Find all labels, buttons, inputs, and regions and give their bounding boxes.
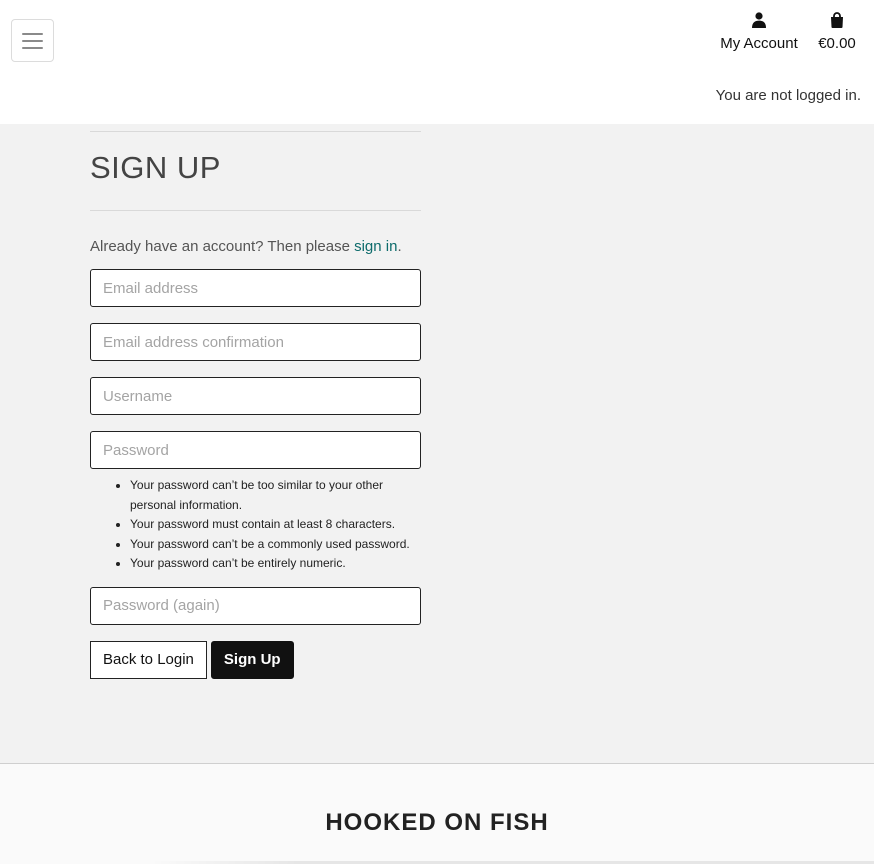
password-field[interactable] xyxy=(90,431,421,469)
signin-prompt-text: Already have an account? Then please xyxy=(90,238,355,255)
email-field[interactable] xyxy=(90,269,421,307)
divider xyxy=(90,210,421,211)
footer-brand: HOOKED ON FISH xyxy=(325,809,549,836)
password-help-list: Your password can’t be too similar to yo… xyxy=(90,476,430,574)
user-icon xyxy=(752,12,766,28)
password-help-item: Your password can’t be too similar to yo… xyxy=(130,476,430,515)
back-to-login-button[interactable]: Back to Login xyxy=(90,640,207,679)
bag-total: €0.00 xyxy=(818,35,856,52)
site-header: My Account €0.00 You are not logged in. xyxy=(0,0,874,124)
my-account-label: My Account xyxy=(720,35,798,52)
sign-up-button[interactable]: Sign Up xyxy=(210,640,294,679)
main-content: SIGN UP Already have an account? Then pl… xyxy=(0,124,874,763)
username-field[interactable] xyxy=(90,377,421,415)
hamburger-bar xyxy=(22,46,43,49)
shopping-bag-icon xyxy=(831,12,843,28)
signin-prompt-end: . xyxy=(397,238,402,255)
signup-panel: SIGN UP Already have an account? Then pl… xyxy=(90,131,421,679)
site-footer: HOOKED ON FISH xyxy=(0,763,874,864)
shopping-bag-link[interactable]: €0.00 xyxy=(815,12,859,52)
password-help-item: Your password can’t be a commonly used p… xyxy=(130,535,430,555)
form-actions: Back to Login Sign Up xyxy=(90,640,421,679)
email-confirmation-field[interactable] xyxy=(90,323,421,361)
hamburger-menu-icon xyxy=(22,32,43,35)
password-help-item: Your password can’t be entirely numeric. xyxy=(130,554,430,574)
hamburger-bar xyxy=(22,39,43,42)
my-account-link[interactable]: My Account xyxy=(716,12,802,52)
password-again-field[interactable] xyxy=(90,586,421,625)
page-title: SIGN UP xyxy=(90,150,221,185)
hamburger-menu-button[interactable] xyxy=(11,19,54,62)
login-status-text: You are not logged in. xyxy=(715,87,861,104)
signin-link[interactable]: sign in xyxy=(354,238,397,255)
password-help-item: Your password must contain at least 8 ch… xyxy=(130,515,430,535)
signin-prompt: Already have an account? Then please sig… xyxy=(90,238,421,258)
